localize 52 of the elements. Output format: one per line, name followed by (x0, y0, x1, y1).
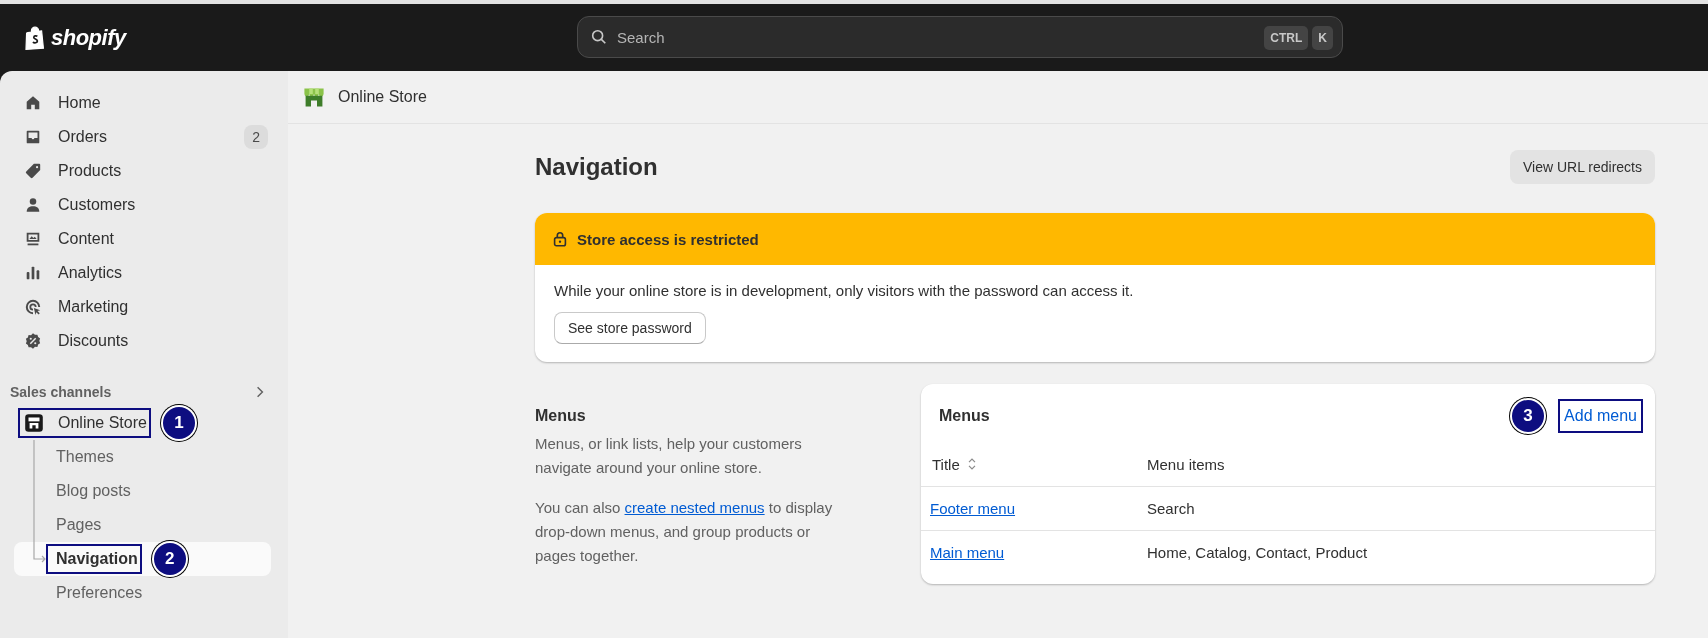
image-icon (24, 230, 42, 248)
page-title: Navigation (535, 153, 658, 181)
search-icon (590, 28, 608, 46)
table-cell: Home, Catalog, Contact, Product (1136, 530, 1655, 574)
step-number-badge: 1 (162, 407, 195, 439)
sidebar-subitem[interactable]: Pages (14, 508, 271, 542)
add-menu-link[interactable]: Add menu (1560, 401, 1641, 431)
see-password-button[interactable]: See store password (554, 312, 706, 344)
card-title: Menus (939, 407, 990, 425)
section-note: You can also create nested menus to display drop-down menus, and group products or pages together. (535, 498, 834, 566)
sidebar-item[interactable]: Marketing (12, 290, 276, 324)
sidebar-item[interactable]: Customers (12, 188, 276, 222)
sidebar-subitem[interactable]: Preferences (14, 576, 271, 610)
sidebar-subitem[interactable]: Themes (14, 440, 271, 474)
column-header[interactable]: Title (932, 455, 960, 473)
sidebar-item[interactable]: Products (12, 154, 276, 188)
sidebar-subitem[interactable]: Navigation 2 (14, 542, 271, 576)
tag-icon (24, 162, 42, 180)
menu-title-link[interactable]: Main menu (930, 544, 1005, 561)
nested-menus-link[interactable]: create nested menus (624, 499, 765, 516)
step-number-badge: 2 (153, 543, 186, 575)
section-heading[interactable]: Sales channels (10, 384, 112, 400)
view-redirects-button[interactable]: View URL redirects (1509, 150, 1655, 184)
banner-title: Store access is restricted (577, 230, 759, 248)
section-description: Menus, or link lists, help your customers navigate around your online store. (535, 434, 803, 478)
menu-title-link[interactable]: Footer menu (930, 500, 1016, 517)
shortcut-key: K (1312, 26, 1333, 50)
sidebar-item[interactable]: Orders 2 (12, 120, 276, 154)
sidebar-item[interactable]: Online Store (20, 410, 149, 436)
storefront-icon (23, 412, 45, 434)
sidebar-item[interactable]: Content (12, 222, 276, 256)
discount-badge-icon (24, 332, 42, 350)
column-header: Menu items (1147, 455, 1225, 473)
bar-chart-icon (24, 264, 42, 282)
banner-message: While your online store is in development, only visitors with the password can access it. (554, 282, 1135, 299)
sidebar-item[interactable]: Analytics (12, 256, 276, 290)
page-breadcrumb[interactable]: Online Store (338, 88, 427, 106)
brand-logo[interactable]: shopify (51, 24, 126, 51)
target-cursor-icon (24, 298, 42, 316)
shortcut-key: CTRL (1264, 26, 1309, 50)
table-cell: Search (1136, 486, 1655, 531)
shopping-bag-icon (23, 24, 47, 51)
count-badge: 2 (244, 125, 268, 149)
home-icon (24, 94, 42, 112)
sidebar-item[interactable]: Home (12, 86, 276, 120)
sidebar-subitem[interactable]: Blog posts (14, 474, 271, 508)
section-heading: Menus (535, 406, 587, 426)
lock-icon (551, 230, 569, 248)
person-icon (24, 196, 42, 214)
step-number-badge: 3 (1512, 400, 1545, 432)
sidebar-item[interactable]: Discounts (12, 324, 276, 358)
inbox-icon (24, 128, 42, 146)
